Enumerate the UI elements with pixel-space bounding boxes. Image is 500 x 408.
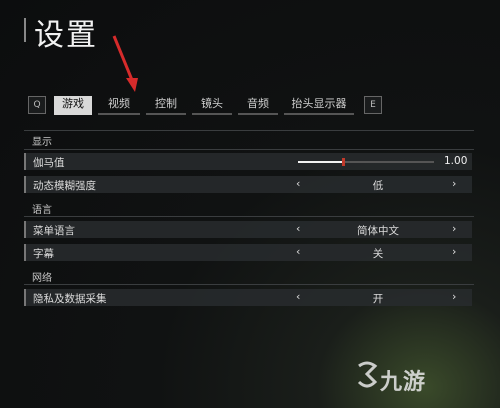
prev-tab-key[interactable]: Q (28, 96, 46, 114)
section-label-network: 网络 (32, 273, 52, 284)
tab-video[interactable]: 视频 (98, 96, 140, 115)
annotation-arrow-icon (112, 35, 138, 92)
setting-row-gamma[interactable]: 伽马值 1.00 (24, 153, 472, 170)
title-accent (24, 18, 26, 42)
section-divider (24, 284, 474, 285)
tab-controls[interactable]: 控制 (146, 96, 186, 115)
gamma-slider-fill (298, 161, 343, 163)
gamma-slider-thumb[interactable] (342, 158, 345, 166)
tab-audio[interactable]: 音频 (238, 96, 278, 115)
page-title: 设置 (34, 18, 98, 53)
settings-tab-bar: Q 游戏 视频 控制 镜头 音频 抬头显示器 E (24, 96, 382, 115)
setting-value: 关 (372, 248, 384, 260)
tab-hud[interactable]: 抬头显示器 (284, 96, 354, 115)
setting-label: 伽马值 (33, 157, 65, 169)
next-option-icon[interactable]: › (452, 222, 456, 235)
setting-value: 简体中文 (357, 225, 399, 237)
gamma-slider[interactable] (298, 158, 434, 166)
prev-option-icon[interactable]: ‹ (296, 290, 300, 303)
setting-label: 菜单语言 (33, 225, 75, 237)
gamma-value: 1.00 (444, 155, 468, 167)
watermark-text: 九游 (380, 370, 427, 395)
section-label-display: 显示 (32, 137, 52, 148)
setting-label: 动态模糊强度 (33, 180, 96, 192)
setting-label: 字幕 (33, 248, 54, 260)
tab-game[interactable]: 游戏 (54, 96, 92, 115)
setting-row-motion-blur[interactable]: 动态模糊强度 ‹ 低 › (24, 176, 472, 193)
next-option-icon[interactable]: › (452, 290, 456, 303)
watermark-logo-icon (357, 361, 378, 388)
setting-value: 低 (372, 180, 384, 192)
next-option-icon[interactable]: › (452, 245, 456, 258)
section-label-language: 语言 (32, 205, 52, 216)
next-tab-key[interactable]: E (364, 96, 382, 114)
setting-row-menu-language[interactable]: 菜单语言 ‹ 简体中文 › (24, 221, 472, 238)
section-divider (24, 149, 474, 150)
prev-option-icon[interactable]: ‹ (296, 222, 300, 235)
section-divider (24, 130, 474, 131)
setting-row-subtitles[interactable]: 字幕 ‹ 关 › (24, 244, 472, 261)
prev-option-icon[interactable]: ‹ (296, 177, 300, 190)
setting-row-privacy[interactable]: 隐私及数据采集 ‹ 开 › (24, 289, 472, 306)
prev-option-icon[interactable]: ‹ (296, 245, 300, 258)
setting-value: 开 (372, 293, 384, 305)
section-divider (24, 216, 474, 217)
next-option-icon[interactable]: › (452, 177, 456, 190)
setting-label: 隐私及数据采集 (33, 293, 107, 305)
tab-camera[interactable]: 镜头 (192, 96, 232, 115)
